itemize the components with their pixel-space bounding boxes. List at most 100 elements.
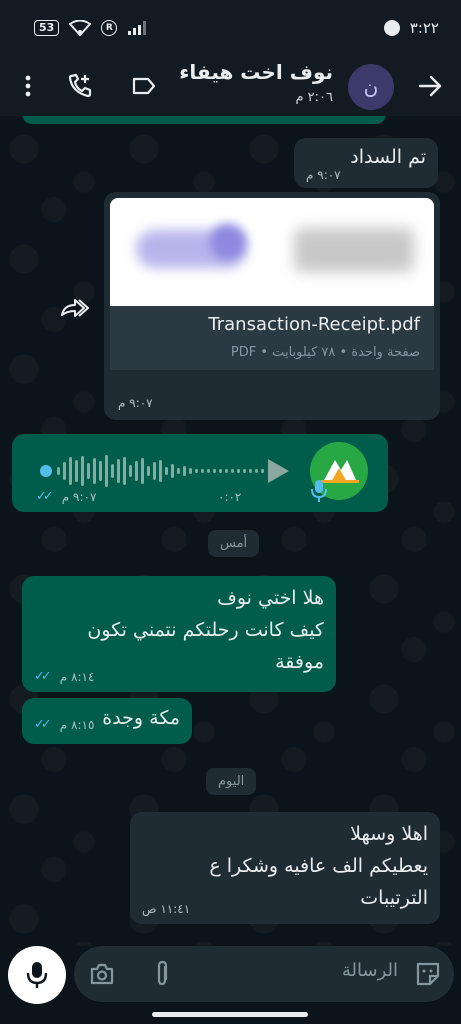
waveform-bar: [237, 469, 240, 473]
sticker-icon: [416, 962, 440, 986]
waveform-scrubber[interactable]: [40, 465, 52, 477]
camera-icon: [90, 963, 114, 985]
status-right: ٣:٢٢: [383, 19, 439, 37]
label-icon: [132, 77, 156, 95]
voice-duration: ٠:٠٢: [218, 490, 241, 504]
contact-last-seen: ٢:٠٦ م: [295, 90, 333, 105]
waveform-bar: [123, 457, 126, 485]
time-label: ٩:٠٧ م: [118, 396, 153, 410]
home-indicator[interactable]: [152, 1012, 308, 1017]
message-placeholder: الرسالة: [341, 960, 398, 981]
forward-icon: [61, 299, 89, 317]
registered-icon: R: [101, 20, 118, 36]
read-receipt-icon: ✓✓: [34, 669, 52, 684]
voice-message[interactable]: ٠:٠٢ ✓✓ ٩:٠٧ م: [12, 434, 388, 512]
add-call-button[interactable]: [62, 68, 98, 104]
time-label: ٩:٠٧ م: [306, 168, 341, 182]
previous-message-edge: [22, 116, 386, 124]
waveform-bar: [225, 469, 228, 473]
waveform-bar: [243, 469, 246, 473]
waveform-bar: [129, 465, 132, 477]
voice-record-button[interactable]: [8, 946, 66, 1004]
back-button[interactable]: [412, 68, 448, 104]
document-file-details: صفحة واحدة • ٧٨ كيلوبايت • PDF: [230, 345, 420, 360]
notification-dot-icon: [383, 20, 400, 36]
message-bubble-incoming[interactable]: تم السداد ٩:٠٧ م: [294, 138, 438, 188]
signal-icon: [127, 20, 149, 36]
waveform-bar: [57, 467, 60, 475]
waveform-bar: [87, 463, 90, 479]
waveform-bar: [135, 461, 138, 481]
battery-indicator: 53: [34, 20, 60, 36]
message-bubble-incoming[interactable]: اهلا وسهلا يعطيكم الف عافيه وشكرا ع التر…: [130, 812, 440, 924]
microphone-icon: [26, 962, 48, 988]
contact-name: نوف اخت هيفاء: [179, 60, 333, 84]
wifi-icon: [69, 20, 92, 36]
waveform-bar: [219, 469, 222, 473]
add-call-icon: [68, 73, 92, 98]
waveform-bar: [231, 469, 234, 473]
waveform-bar: [81, 456, 84, 486]
contact-info[interactable]: نوف اخت هيفاء ٢:٠٦ م: [179, 60, 333, 105]
preview-blur: [294, 228, 414, 272]
waveform-bar: [99, 461, 102, 481]
chat-header: نوف اخت هيفاء ٢:٠٦ م ن: [0, 56, 461, 116]
label-button[interactable]: [126, 68, 162, 104]
document-message[interactable]: Transaction-Receipt.pdf صفحة واحدة • ٧٨ …: [104, 192, 440, 420]
message-time: ✓✓ ٩:٠٧ م: [36, 489, 96, 504]
document-preview[interactable]: [110, 198, 434, 306]
paperclip-icon: [157, 960, 168, 986]
time-label: ١١:٤١ ص: [142, 902, 191, 916]
attach-button[interactable]: [148, 960, 176, 988]
arrow-back-icon: [418, 75, 442, 97]
waveform-bar: [261, 469, 264, 473]
document-file-name: Transaction-Receipt.pdf: [208, 314, 420, 335]
forward-button[interactable]: [54, 288, 94, 328]
clock: ٣:٢٢: [409, 19, 439, 37]
message-text-line: اهلا وسهلا: [350, 823, 428, 845]
waveform-bar: [249, 469, 252, 473]
waveform-bar: [75, 460, 78, 482]
waveform-bar: [177, 468, 180, 474]
play-button[interactable]: [262, 456, 292, 486]
message-time: ٩:٠٧ م: [306, 168, 341, 182]
message-time: ٩:٠٧ م: [118, 396, 153, 410]
microphone-badge-icon: [309, 478, 329, 504]
document-info[interactable]: Transaction-Receipt.pdf صفحة واحدة • ٧٨ …: [110, 306, 434, 370]
composer-bar: الرسالة: [0, 946, 461, 1024]
message-input[interactable]: الرسالة: [74, 946, 454, 1002]
date-separator: اليوم: [206, 768, 257, 795]
waveform-bar: [255, 469, 258, 473]
camera-button[interactable]: [88, 960, 116, 988]
waveform-bar: [195, 469, 198, 473]
waveform-bar: [111, 464, 114, 478]
message-bubble-outgoing[interactable]: هلا اختي نوف كيف كانت رحلتكم نتمني تكون …: [22, 576, 336, 692]
voice-waveform[interactable]: [40, 454, 264, 488]
play-icon: [268, 459, 289, 483]
sticker-button[interactable]: [414, 960, 442, 988]
waveform-bar: [117, 459, 120, 483]
chat-screen: 53 R ٣:٢٢ نوف اخت هيفاء ٢:٠٦ م ن تم السد…: [0, 0, 461, 1024]
menu-button[interactable]: [16, 70, 40, 102]
read-receipt-icon: ✓✓: [34, 717, 52, 732]
waveform-bar: [183, 466, 186, 476]
waveform-bar: [105, 455, 108, 487]
date-separator: أمس: [208, 530, 260, 557]
avatar[interactable]: ن: [348, 64, 394, 110]
message-time: ١١:٤١ ص: [142, 902, 190, 916]
more-vert-icon: [25, 75, 31, 97]
message-bubble-outgoing[interactable]: مكة وجدة ✓✓ ٨:١٥ م: [22, 698, 192, 744]
waveform-bar: [141, 458, 144, 484]
waveform-bar: [189, 468, 192, 474]
waveform-bar: [69, 457, 72, 485]
message-time: ✓✓ ٨:١٥ م: [34, 717, 94, 732]
preview-blur: [210, 224, 246, 260]
waveform-bar: [147, 466, 150, 476]
waveform-bar: [153, 462, 156, 480]
read-receipt-icon: ✓✓: [36, 489, 54, 504]
message-time: ✓✓ ٨:١٤ م: [34, 669, 94, 684]
duration-label: ٠:٠٢: [218, 490, 242, 504]
message-list[interactable]: تم السداد ٩:٠٧ م Transaction-Receipt.pdf…: [0, 116, 461, 946]
status-left: 53 R: [34, 20, 149, 36]
time-label: ٨:١٤ م: [59, 669, 95, 684]
